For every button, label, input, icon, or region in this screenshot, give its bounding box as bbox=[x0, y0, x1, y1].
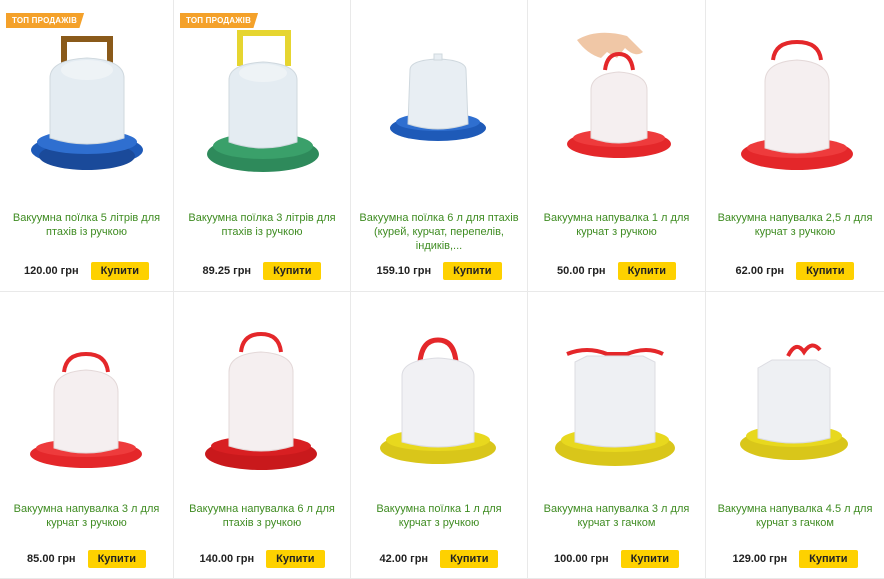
product-card[interactable]: Вакуумна напувалка 6 л для птахів з ручк… bbox=[174, 292, 351, 579]
yellow-feeder-with-red-handle-icon bbox=[380, 337, 496, 464]
blue-feeder-icon bbox=[390, 53, 486, 141]
product-price: 129.00 грн bbox=[732, 553, 788, 565]
product-image[interactable] bbox=[351, 8, 527, 198]
product-price: 50.00 грн bbox=[557, 265, 606, 277]
product-price: 89.25 грн bbox=[202, 265, 252, 277]
product-price: 100.00 грн bbox=[553, 553, 609, 565]
product-card[interactable]: Вакуумна напувалка 4.5 л для курчат з га… bbox=[706, 292, 884, 579]
red-feeder-with-handle-icon bbox=[205, 331, 317, 470]
product-price: 62.00 грн bbox=[735, 265, 785, 277]
buy-button[interactable]: Купити bbox=[87, 550, 146, 568]
buy-button[interactable]: Купити bbox=[796, 262, 855, 280]
blue-feeder-with-brown-handle-icon bbox=[30, 36, 143, 170]
buy-button[interactable]: Купити bbox=[440, 550, 499, 568]
product-card[interactable]: Вакуумна поїлка 1 л для курчат з ручкою … bbox=[351, 292, 528, 579]
buy-button[interactable]: Купити bbox=[617, 262, 676, 280]
red-feeder-with-handle-icon bbox=[29, 351, 142, 468]
product-title[interactable]: Вакуумна напувалка 2,5 л для курчат з ру… bbox=[714, 211, 876, 255]
green-feeder-with-yellow-handle-icon bbox=[207, 30, 319, 172]
buy-button[interactable]: Купити bbox=[620, 550, 680, 568]
product-image[interactable] bbox=[528, 300, 705, 490]
buy-button[interactable]: Купити bbox=[263, 262, 322, 280]
product-price: 42.00 грн bbox=[379, 553, 429, 565]
buy-button[interactable]: Купити bbox=[266, 550, 325, 568]
product-card[interactable]: Вакуумна напувалка 3 л для курчат з ручк… bbox=[0, 292, 174, 579]
product-title[interactable]: Вакуумна напувалка 3 л для курчат з гачк… bbox=[536, 502, 697, 546]
product-image[interactable] bbox=[706, 300, 884, 490]
product-title[interactable]: Вакуумна напувалка 1 л для курчат з ручк… bbox=[536, 211, 697, 255]
product-title[interactable]: Вакуумна поїлка 5 літрів для птахів із р… bbox=[8, 211, 165, 255]
product-card[interactable]: ТОП ПРОДАЖІВ Вакуумна поїлка 5 літрів дл… bbox=[0, 0, 174, 292]
buy-button[interactable]: Купити bbox=[799, 550, 858, 568]
product-image[interactable] bbox=[528, 8, 705, 198]
product-image[interactable] bbox=[174, 300, 350, 490]
product-title[interactable]: Вакуумна поїлка 3 літрів для птахів із р… bbox=[182, 211, 342, 255]
product-title[interactable]: Вакуумна поїлка 1 л для курчат з ручкою bbox=[359, 502, 519, 546]
product-title[interactable]: Вакуумна напувалка 6 л для птахів з ручк… bbox=[182, 502, 342, 546]
product-price: 120.00 грн bbox=[23, 265, 79, 277]
product-card[interactable]: ТОП ПРОДАЖІВ Вакуумна поїлка 3 літрів дл… bbox=[174, 0, 351, 292]
product-card[interactable]: Вакуумна напувалка 3 л для курчат з гачк… bbox=[528, 292, 706, 579]
product-price: 159.10 грн bbox=[376, 265, 432, 277]
buy-button[interactable]: Купити bbox=[443, 262, 502, 280]
product-card[interactable]: Вакуумна напувалка 2,5 л для курчат з ру… bbox=[706, 0, 884, 292]
product-card[interactable]: Вакуумна поїлка 6 л для птахів (курей, к… bbox=[351, 0, 528, 292]
product-price: 140.00 грн bbox=[199, 553, 255, 565]
product-image[interactable] bbox=[174, 8, 350, 198]
product-title[interactable]: Вакуумна поїлка 6 л для птахів (курей, к… bbox=[359, 211, 519, 255]
product-title[interactable]: Вакуумна напувалка 3 л для курчат з ручк… bbox=[8, 502, 165, 546]
yellow-feeder-with-hook-icon bbox=[554, 348, 675, 466]
product-price: 85.00 грн bbox=[27, 553, 76, 565]
product-image[interactable] bbox=[0, 300, 173, 490]
buy-button[interactable]: Купити bbox=[90, 262, 150, 280]
product-image[interactable] bbox=[706, 8, 884, 198]
red-feeder-held-by-hand-icon bbox=[566, 32, 671, 158]
yellow-feeder-with-hook-icon bbox=[740, 343, 848, 460]
product-image[interactable] bbox=[351, 300, 527, 490]
red-feeder-with-handle-icon bbox=[741, 39, 853, 170]
product-image[interactable] bbox=[0, 8, 173, 198]
product-card[interactable]: Вакуумна напувалка 1 л для курчат з ручк… bbox=[528, 0, 706, 292]
product-title[interactable]: Вакуумна напувалка 4.5 л для курчат з га… bbox=[714, 502, 876, 546]
product-grid: ТОП ПРОДАЖІВ Вакуумна поїлка 5 літрів дл… bbox=[0, 0, 884, 579]
